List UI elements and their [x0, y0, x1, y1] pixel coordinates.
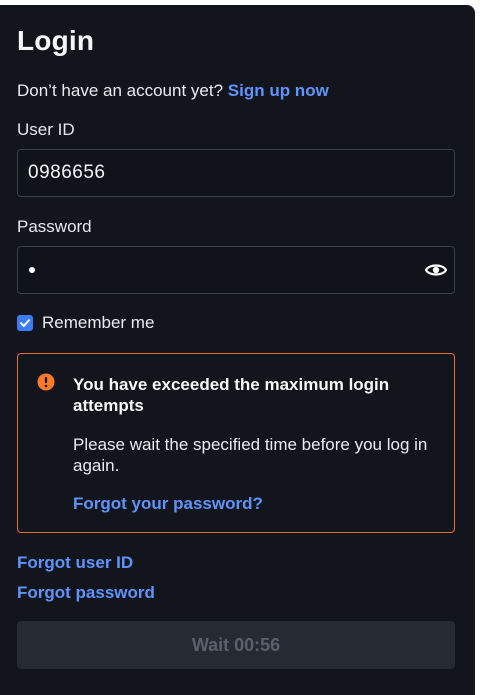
check-icon: [20, 319, 30, 327]
login-panel: Login Don’t have an account yet? Sign up…: [0, 5, 475, 695]
alert-forgot-password-link[interactable]: Forgot your password?: [73, 494, 263, 514]
password-label: Password: [17, 217, 92, 236]
alert-message: Please wait the specified time before yo…: [73, 435, 428, 475]
password-field-wrapper: [17, 246, 455, 294]
page-title: Login: [17, 25, 95, 56]
eye-icon[interactable]: [424, 260, 448, 280]
wait-button[interactable]: Wait 00:56: [17, 621, 455, 669]
forgot-password-link[interactable]: Forgot password: [17, 583, 155, 603]
forgot-user-id-link[interactable]: Forgot user ID: [17, 553, 133, 573]
alert-title: You have exceeded the maximum login atte…: [73, 375, 390, 415]
user-id-label: User ID: [17, 120, 75, 139]
password-input[interactable]: [17, 246, 455, 294]
user-id-input[interactable]: [17, 149, 455, 197]
remember-me-checkbox[interactable]: [17, 315, 33, 331]
remember-me-label: Remember me: [42, 313, 155, 332]
signup-link[interactable]: Sign up now: [228, 81, 329, 100]
signup-prompt: Don’t have an account yet? Sign up now: [17, 81, 329, 101]
exclamation-circle-icon: [37, 373, 55, 391]
remember-me[interactable]: Remember me: [17, 313, 154, 333]
password-mask-dot: [29, 267, 35, 273]
login-attempts-alert: You have exceeded the maximum login atte…: [17, 353, 455, 533]
signup-prompt-text: Don’t have an account yet?: [17, 81, 224, 100]
